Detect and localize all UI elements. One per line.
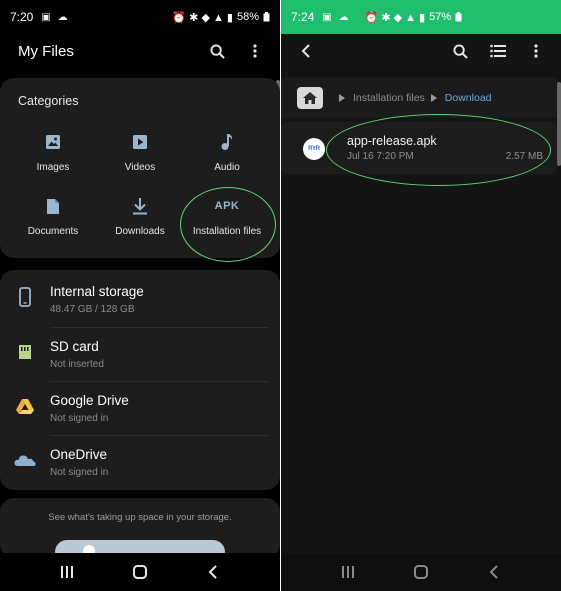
- search-icon[interactable]: [208, 42, 226, 60]
- battery-percent: 58%: [236, 11, 259, 23]
- breadcrumb: Installation files Download: [281, 78, 557, 118]
- battery-percent: 57%: [429, 11, 452, 23]
- sd-card-icon: [14, 341, 36, 363]
- app-bar: [281, 34, 561, 68]
- back-icon[interactable]: [482, 562, 506, 582]
- home-folder-icon[interactable]: [297, 87, 323, 109]
- breadcrumb-installation-files[interactable]: Installation files: [353, 92, 425, 104]
- chevron-right-icon: [339, 94, 345, 102]
- video-icon: [98, 130, 182, 154]
- document-icon: [11, 194, 95, 218]
- battery-icon: [455, 12, 462, 22]
- home-icon[interactable]: [128, 562, 152, 582]
- storage-onedrive[interactable]: OneDrive Not signed in: [0, 435, 280, 489]
- status-right: ⏰ ✱ ◆ ▲ ▮ 57%: [365, 11, 463, 24]
- storage-google-drive[interactable]: Google Drive Not signed in: [0, 381, 280, 435]
- phone-icon: [14, 286, 36, 308]
- onedrive-icon: [14, 449, 36, 471]
- back-icon[interactable]: [201, 562, 225, 582]
- category-downloads[interactable]: Downloads: [98, 194, 182, 246]
- status-time: 7:24: [291, 10, 315, 24]
- status-time: 7:20: [10, 10, 34, 24]
- battery-icon: [263, 12, 270, 22]
- download-folder-screen: 7:24 ▣ ☁ ⏰ ✱ ◆ ▲ ▮ 57% Installation file…: [281, 0, 561, 591]
- breadcrumb-download[interactable]: Download: [445, 92, 492, 104]
- recent-apps-icon[interactable]: [336, 562, 360, 582]
- app-bar: My Files: [0, 34, 280, 68]
- my-files-home-screen: 7:20 ▣ ☁ ⏰ ✱ ◆ ▲ ▮ 58% My Files Categori…: [0, 0, 280, 591]
- navigation-bar: [0, 553, 280, 591]
- storage-analysis-card: See what's taking up space in your stora…: [0, 498, 280, 564]
- music-note-icon: [185, 130, 269, 154]
- list-view-icon[interactable]: [489, 42, 507, 60]
- notification-icons: ▣ ☁: [41, 11, 70, 23]
- storage-card: Internal storage 48.47 GB / 128 GB SD ca…: [0, 270, 280, 490]
- status-right: ⏰ ✱ ◆ ▲ ▮ 58%: [172, 11, 270, 24]
- system-status-icons: ⏰ ✱ ◆ ▲ ▮: [172, 11, 233, 24]
- storage-hint: See what's taking up space in your stora…: [48, 512, 232, 523]
- category-documents[interactable]: Documents: [11, 194, 95, 246]
- status-bar: 7:20 ▣ ☁ ⏰ ✱ ◆ ▲ ▮ 58%: [0, 0, 280, 34]
- system-status-icons: ⏰ ✱ ◆ ▲ ▮: [364, 11, 426, 24]
- notification-icons: ▣ ☁: [322, 11, 351, 23]
- more-options-icon[interactable]: [246, 42, 264, 60]
- scrollbar[interactable]: [557, 82, 561, 166]
- highlight-circle: [180, 187, 276, 262]
- download-icon: [98, 194, 182, 218]
- storage-internal[interactable]: Internal storage 48.47 GB / 128 GB: [0, 272, 280, 326]
- more-options-icon[interactable]: [527, 42, 545, 60]
- search-icon[interactable]: [451, 42, 469, 60]
- back-arrow-icon[interactable]: [297, 42, 315, 60]
- category-videos[interactable]: Videos: [98, 130, 182, 182]
- chevron-right-icon: [430, 94, 437, 102]
- category-images[interactable]: Images: [11, 130, 95, 182]
- category-audio[interactable]: Audio: [185, 130, 269, 182]
- image-icon: [11, 130, 95, 154]
- apk-file-icon: RYR: [303, 138, 325, 160]
- recent-apps-icon[interactable]: [55, 562, 79, 582]
- status-bar: 7:24 ▣ ☁ ⏰ ✱ ◆ ▲ ▮ 57%: [281, 0, 561, 34]
- highlight-circle: [326, 114, 551, 186]
- home-icon[interactable]: [409, 562, 433, 582]
- google-drive-icon: [14, 395, 36, 417]
- navigation-bar: [281, 553, 561, 591]
- storage-sd-card[interactable]: SD card Not inserted: [0, 327, 280, 381]
- page-title: My Files: [18, 42, 74, 60]
- categories-heading: Categories: [18, 94, 79, 108]
